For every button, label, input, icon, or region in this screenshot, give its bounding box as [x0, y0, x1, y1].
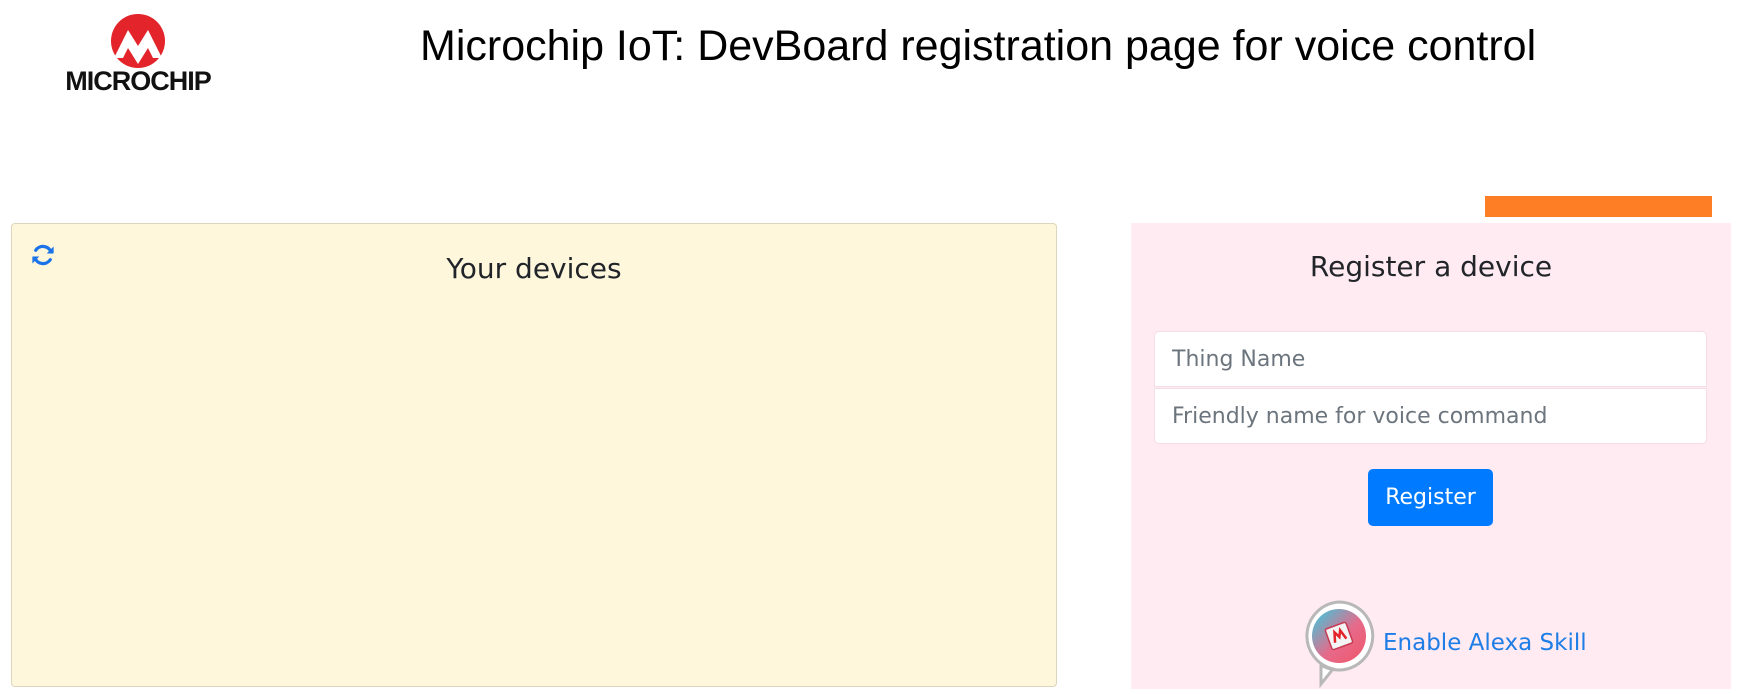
- microchip-logo: MICROCHIP: [58, 14, 218, 100]
- alexa-skill-icon: [1305, 600, 1375, 688]
- friendly-name-input[interactable]: [1154, 388, 1707, 444]
- devices-title: Your devices: [446, 252, 622, 285]
- thing-name-input[interactable]: [1154, 331, 1707, 387]
- devices-panel: Your devices: [11, 223, 1057, 687]
- orange-banner: [1485, 196, 1712, 217]
- microchip-logo-icon: [111, 14, 165, 68]
- register-title: Register a device: [1309, 250, 1553, 283]
- enable-alexa-skill-label[interactable]: Enable Alexa Skill: [1383, 630, 1587, 656]
- register-panel: Register a device Register Enable Alexa …: [1131, 223, 1731, 689]
- microchip-wordmark: MICROCHIP: [65, 66, 212, 96]
- enable-alexa-skill-link[interactable]: Enable Alexa Skill: [1301, 598, 1587, 688]
- register-button[interactable]: Register: [1368, 469, 1493, 526]
- page-title: Microchip IoT: DevBoard registration pag…: [420, 22, 1537, 70]
